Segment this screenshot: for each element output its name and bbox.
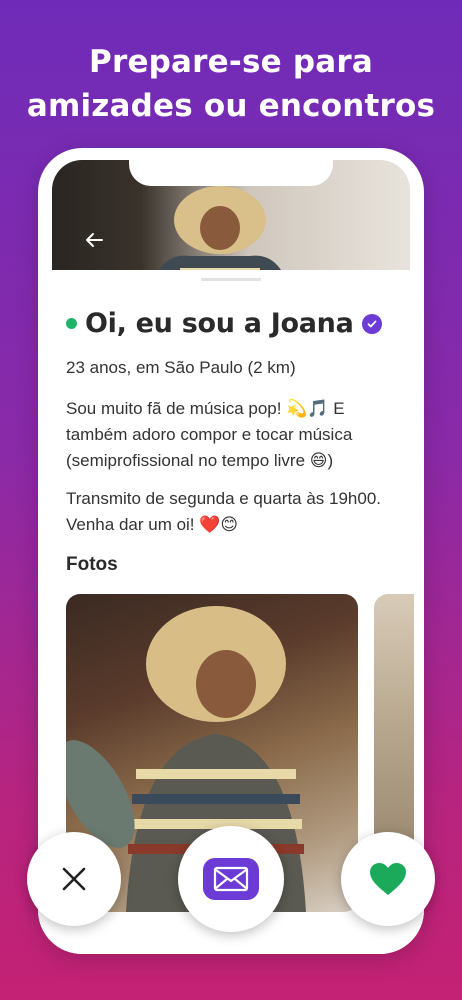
verified-badge-icon <box>361 313 382 334</box>
photos-section-title: Fotos <box>66 554 118 575</box>
phone-notch <box>129 148 333 186</box>
profile-name-row: Oi, eu sou a Joana <box>66 308 382 339</box>
like-button[interactable] <box>341 832 435 926</box>
close-icon <box>62 867 86 891</box>
bio-paragraph: Sou muito fã de música pop! 💫🎵 E também … <box>66 399 353 470</box>
headline-line-2: amizades ou encontros <box>26 88 436 124</box>
bio-paragraph: Transmito de segunda e quarta às 19h00. … <box>66 489 382 534</box>
profile-bio: Sou muito fã de música pop! 💫🎵 E também … <box>66 396 406 538</box>
profile-location: 23 anos, em São Paulo (2 km) <box>66 358 296 377</box>
envelope-icon <box>203 858 259 900</box>
back-arrow-icon[interactable] <box>82 228 110 256</box>
online-status-dot <box>66 318 77 329</box>
heart-icon <box>370 863 406 895</box>
drag-handle[interactable] <box>201 278 261 281</box>
headline-line-1: Prepare-se para <box>89 44 373 80</box>
dislike-button[interactable] <box>27 832 121 926</box>
profile-name: Oi, eu sou a Joana <box>85 308 354 339</box>
headline: Prepare-se para amizades ou encontros <box>0 40 462 128</box>
message-button[interactable] <box>178 826 284 932</box>
